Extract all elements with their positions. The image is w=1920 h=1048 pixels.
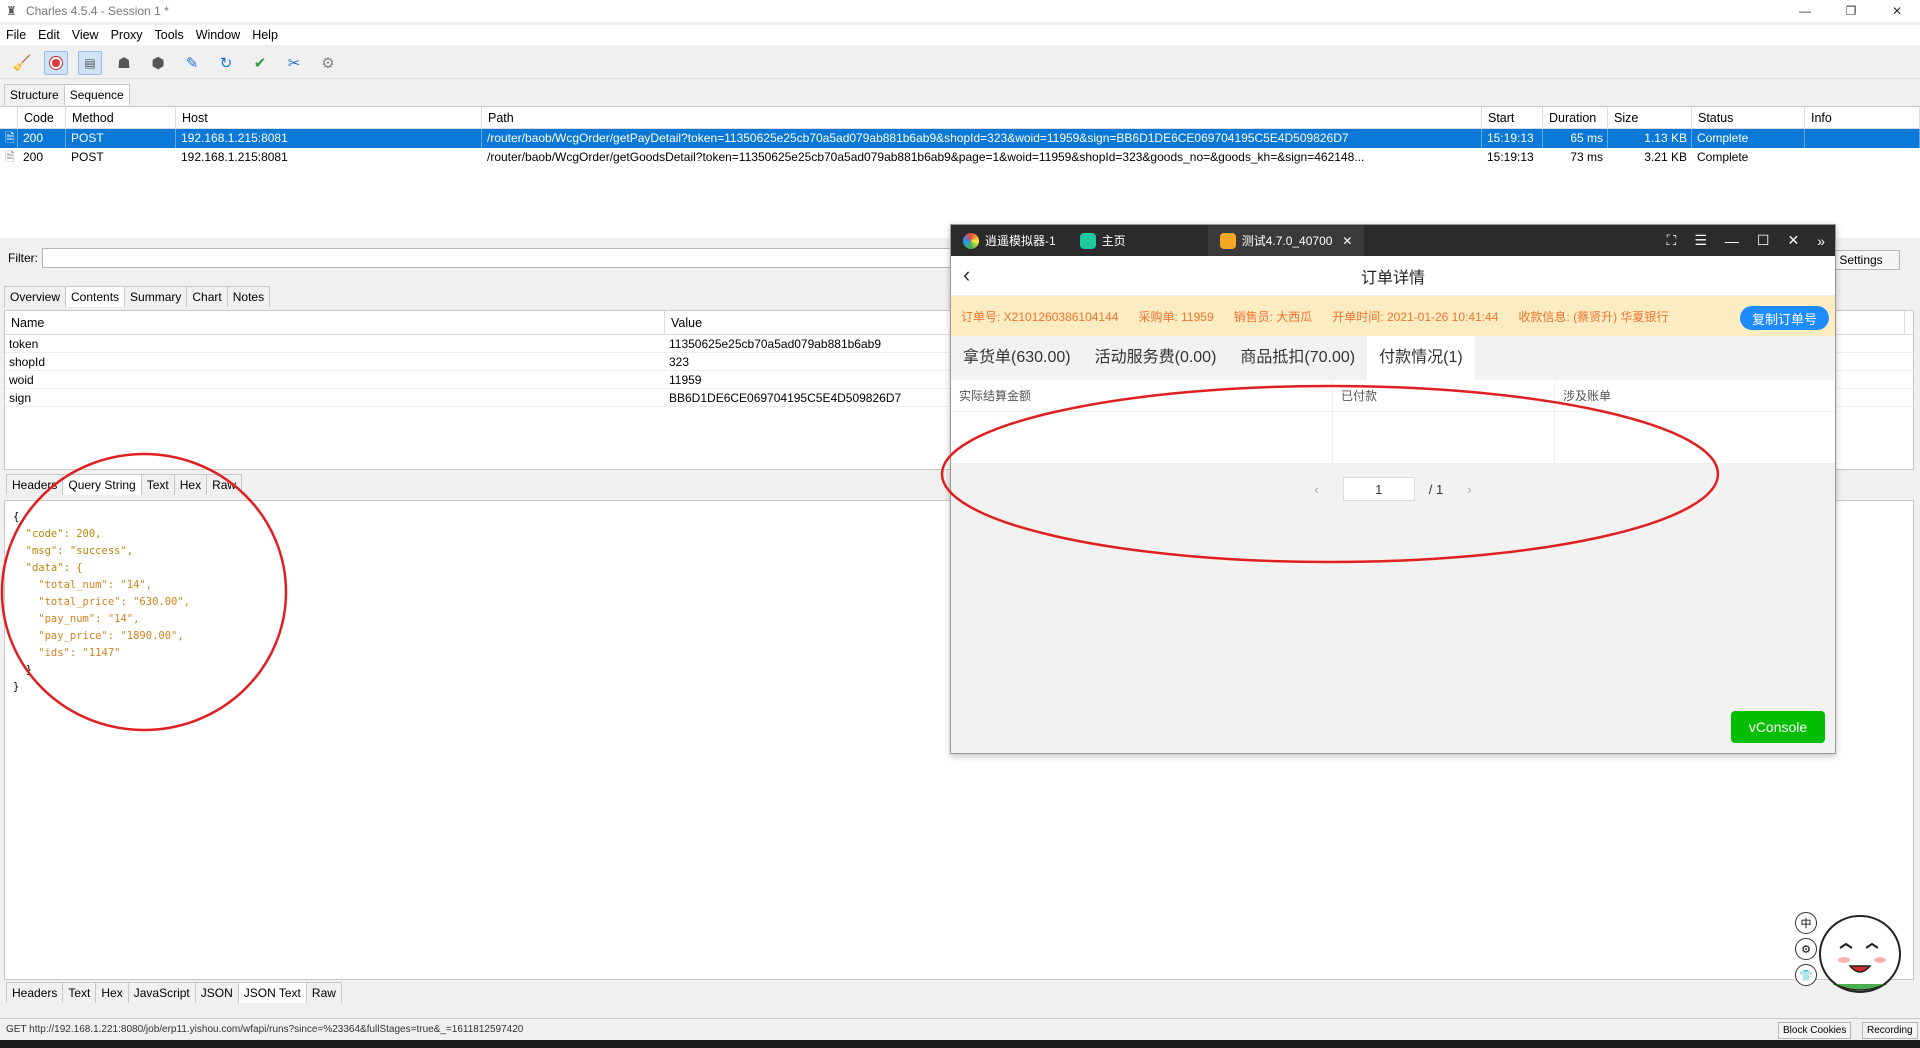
cartoon-sticker-icon — [1819, 915, 1901, 993]
charles-window: ♜ Charles 4.5.4 - Session 1 * — ❐ ✕ File… — [0, 0, 1920, 1048]
annotation-layer — [0, 384, 1720, 732]
annotation-circle-json — [0, 452, 288, 732]
annotation-circle-table — [940, 384, 1720, 564]
